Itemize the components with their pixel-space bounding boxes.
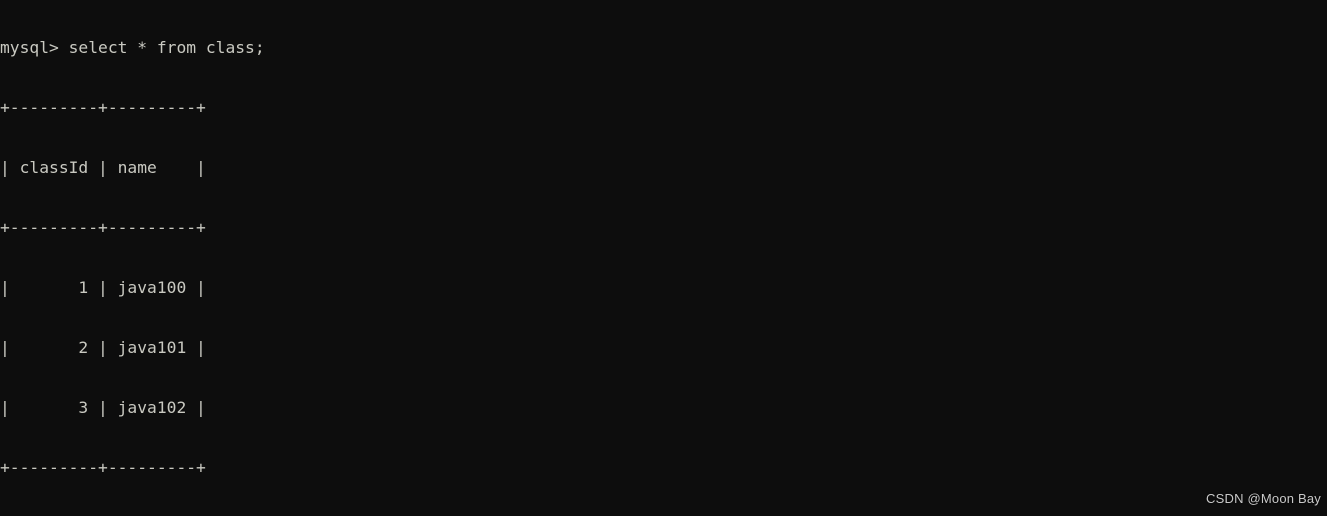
terminal-line: | 1 | java100 | [0,278,206,297]
terminal-output[interactable]: mysql> select * from class; +---------+-… [0,0,1327,516]
csdn-watermark: CSDN @Moon Bay [1206,491,1321,506]
terminal-line: | classId | name | [0,158,206,177]
terminal-line: +---------+---------+ [0,98,206,117]
terminal-line: +---------+---------+ [0,218,206,237]
terminal-line: +---------+---------+ [0,458,206,477]
terminal-line: mysql> select * from class; [0,38,265,57]
terminal-window[interactable]: mysql> select * from class; +---------+-… [0,0,1327,516]
terminal-line: | 3 | java102 | [0,398,206,417]
terminal-line: | 2 | java101 | [0,338,206,357]
